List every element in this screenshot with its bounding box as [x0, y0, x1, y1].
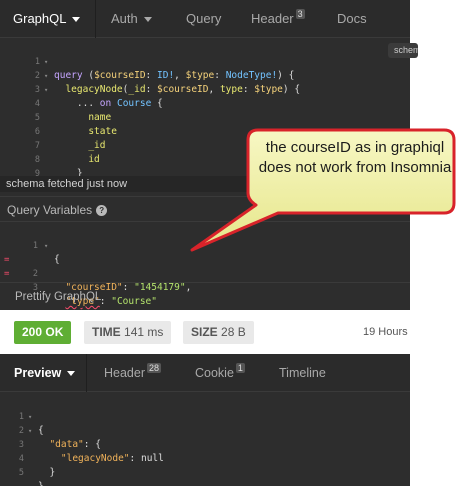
code-line: 10 — [0, 167, 410, 175]
code-line: 4 } — [0, 438, 410, 478]
code-line: 3 "legacyNode": null — [0, 424, 410, 464]
header-count-badge: 28 — [147, 363, 162, 373]
response-age: 19 Hours — [363, 326, 408, 338]
code-line: 3 ▾ ... on Course { — [0, 69, 410, 109]
query-variables-label: Query Variables — [7, 203, 93, 217]
response-status-bar: 200 OK TIME 141 ms SIZE 28 B 19 Hours — [0, 310, 410, 354]
time-badge: TIME 141 ms — [84, 321, 172, 344]
help-icon[interactable]: ? — [96, 205, 108, 217]
chevron-down-icon — [72, 17, 81, 23]
prettify-graphql-button[interactable]: Prettify GraphQL — [0, 282, 410, 310]
code-line: 1 ▾ query ($courseID: ID!, $type: NodeTyp… — [0, 41, 410, 81]
tab-response-header-label: Header — [104, 366, 145, 380]
size-value: 28 B — [221, 325, 246, 339]
code-line: 1 ▾ { — [0, 225, 410, 265]
tab-docs-label: Docs — [337, 11, 367, 26]
tab-docs[interactable]: Docs — [337, 0, 367, 38]
tab-divider — [95, 0, 96, 38]
response-body[interactable]: 1 ▾ { 2 ▾ "data": { 3 "legacyNode": null 4… — [0, 396, 410, 486]
size-label: SIZE — [191, 325, 218, 339]
tab-timeline-label: Timeline — [279, 366, 326, 380]
code-line: 4 name — [0, 83, 410, 123]
request-tab-bar: GraphQL Auth Query Header 3 Docs — [0, 0, 410, 38]
variables-editor[interactable]: 1 ▾ { = 2 "courseID": "1454179", = 3 "typ… — [0, 225, 410, 307]
code-line: 5 state — [0, 97, 410, 137]
tab-cookie-label: Cookie — [195, 366, 234, 380]
chevron-down-icon — [143, 17, 152, 23]
query-variables-header[interactable]: Query Variables? — [0, 196, 410, 222]
code-line: 1 ▾ { — [0, 396, 410, 436]
code-line: 7 id — [0, 125, 410, 165]
size-badge: SIZE 28 B — [183, 321, 254, 344]
tab-graphql-label: GraphQL — [13, 11, 67, 26]
tab-query-label: Query — [186, 11, 222, 26]
code-line: 2 ▾ "data": { — [0, 410, 410, 450]
time-label: TIME — [92, 325, 121, 339]
response-panel: Preview Header 28 Cookie 1 Timeline 1 ▾ { 2… — [0, 354, 410, 486]
code-line: 9 } — [0, 153, 410, 193]
cookie-count-badge: 1 — [235, 363, 245, 373]
code-line: 2 ▾ legacyNode(_id: $courseID, type: $typ… — [0, 55, 410, 95]
code-line: = 3 "type": "Course" — [0, 253, 410, 307]
tab-auth[interactable]: Auth — [111, 0, 152, 38]
request-panel: GraphQL Auth Query Header3 Docs schema 1… — [0, 0, 418, 310]
chevron-down-icon — [67, 371, 76, 377]
tab-cookie[interactable]: Cookie 1 — [195, 354, 245, 392]
tab-graphql[interactable]: GraphQL — [13, 0, 81, 38]
tab-header-label: Header — [251, 11, 294, 26]
code-line: 4 } — [0, 267, 410, 277]
schema-status: schema fetched just now — [0, 176, 410, 192]
tab-response-header[interactable]: Header 28 — [104, 354, 162, 392]
code-line: 6 _id — [0, 111, 410, 151]
tab-preview-label: Preview — [14, 366, 62, 380]
code-line: = 2 "courseID": "1454179", — [0, 239, 410, 293]
code-line: 8 } — [0, 139, 410, 179]
tab-query[interactable]: Query — [186, 0, 221, 38]
tab-divider — [86, 354, 87, 392]
header-count-badge: 3 — [295, 9, 305, 19]
tab-preview[interactable]: Preview — [14, 354, 76, 392]
query-editor[interactable]: 1 ▾ query ($courseID: ID!, $type: NodeTyp… — [0, 41, 410, 193]
code-line: 5 } — [0, 452, 410, 486]
line-number: 5 — [18, 468, 24, 478]
response-tab-bar: Preview Header 28 Cookie 1 Timeline — [0, 354, 410, 392]
status-code-badge: 200 OK — [14, 321, 72, 344]
time-value: 141 ms — [124, 325, 164, 339]
tab-timeline[interactable]: Timeline — [279, 354, 326, 392]
tab-auth-label: Auth — [111, 11, 138, 26]
tab-header[interactable]: Header 3 — [251, 0, 305, 38]
